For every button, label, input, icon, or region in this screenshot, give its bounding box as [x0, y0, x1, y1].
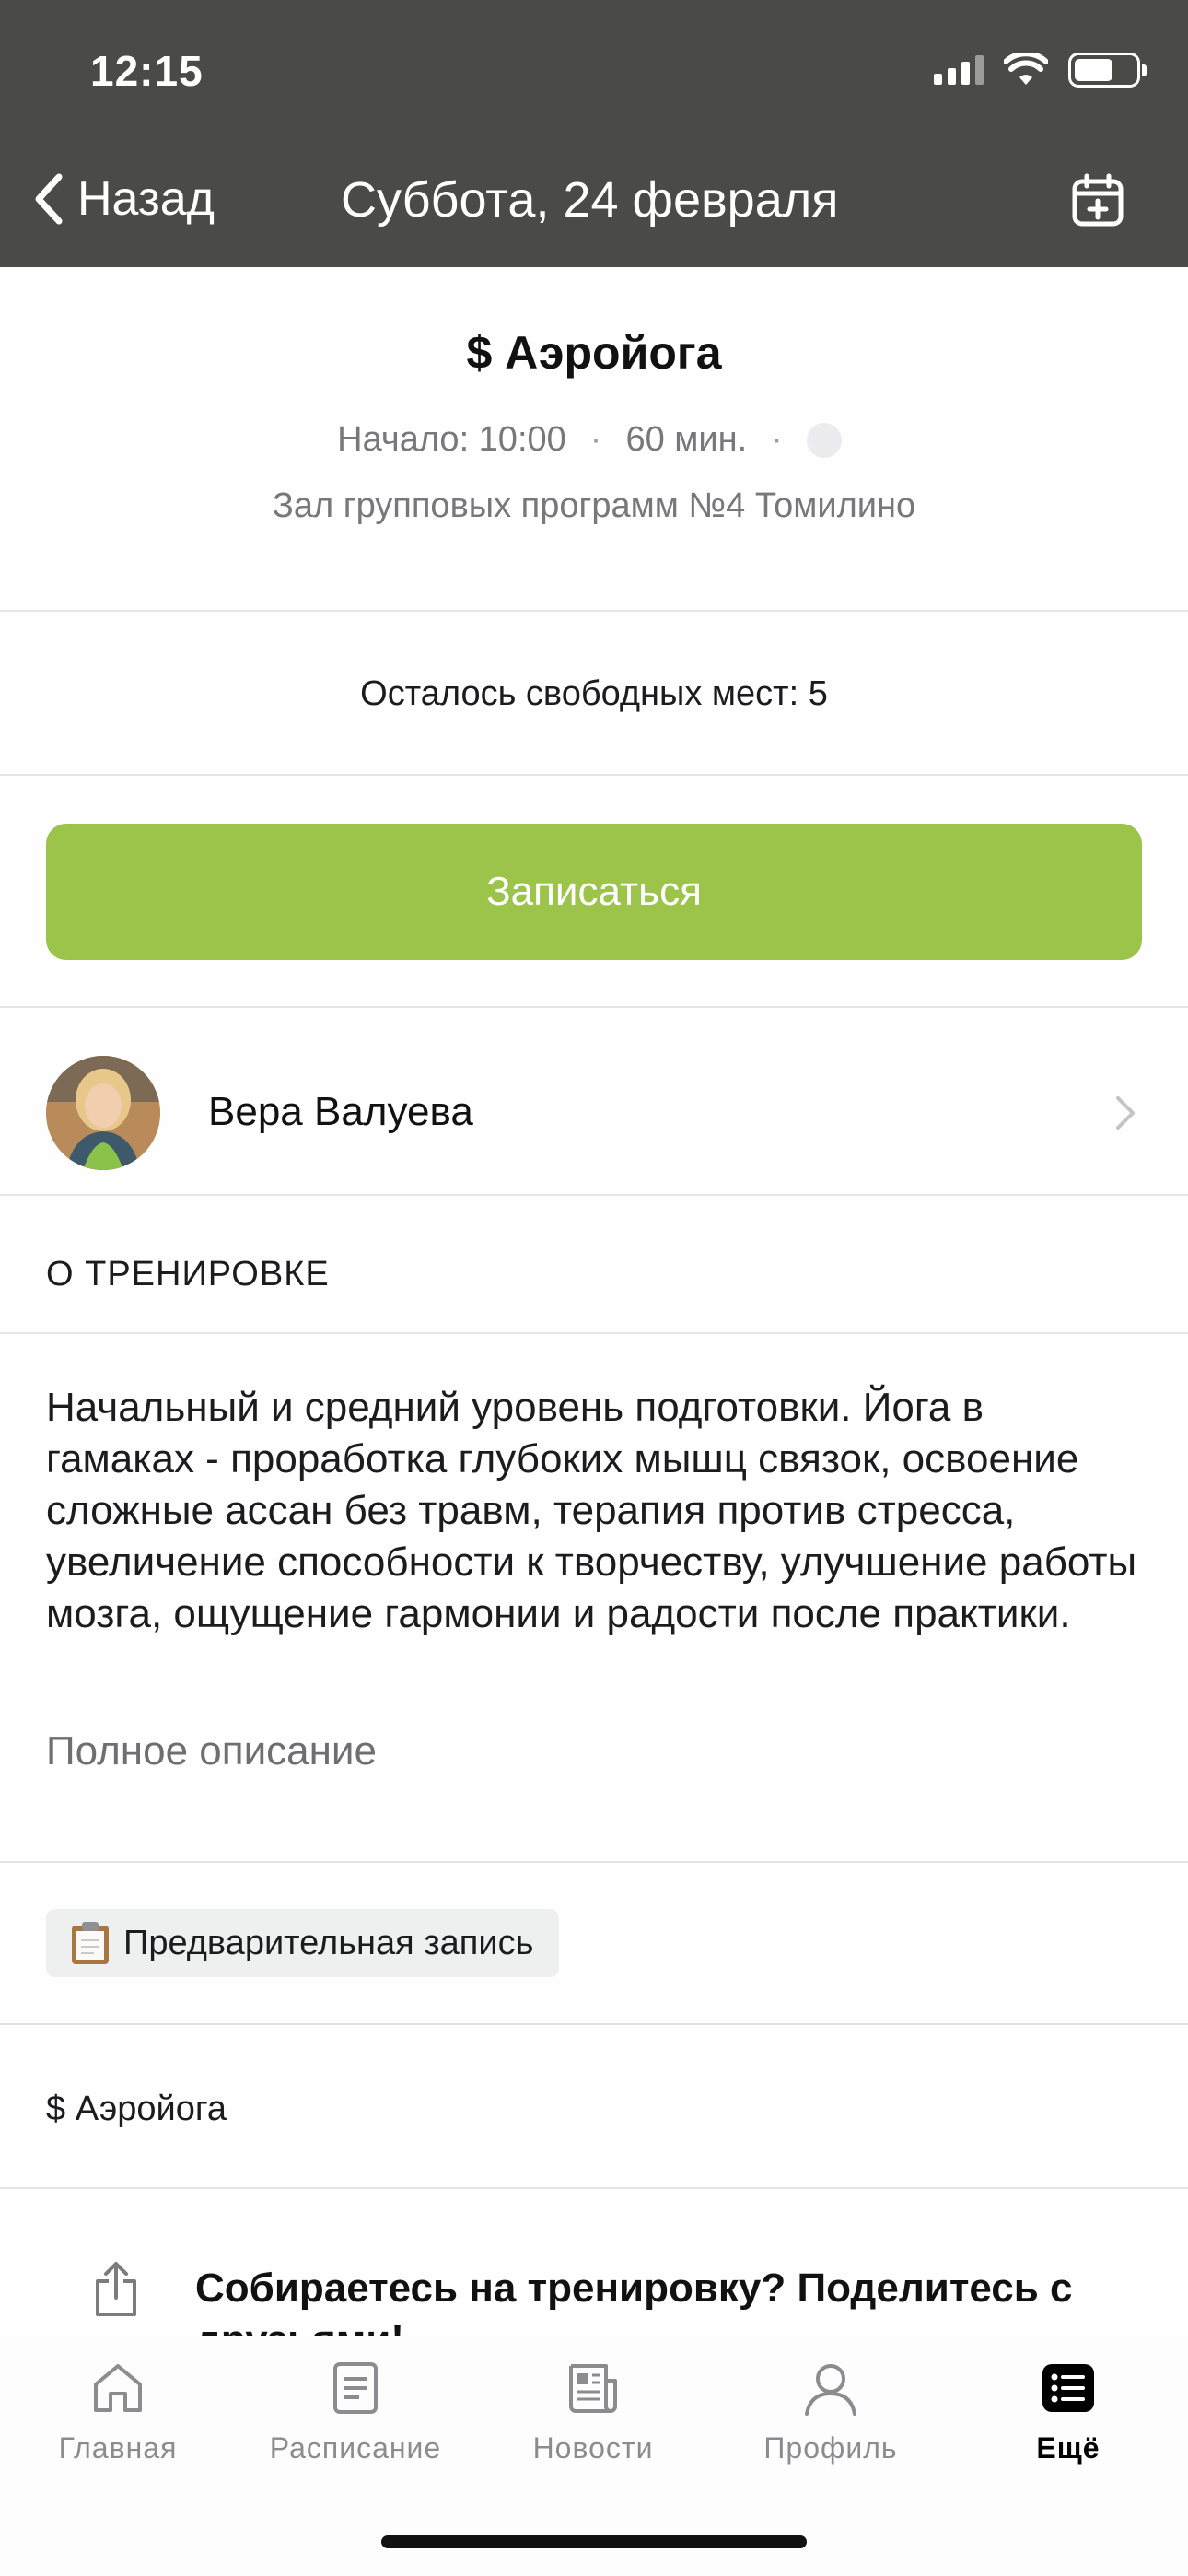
free-places: Осталось свободных мест: 5: [0, 612, 1188, 776]
tab-profile[interactable]: Профиль: [720, 2359, 941, 2465]
session-title: $ Аэройога: [466, 327, 722, 379]
trainer-row[interactable]: Вера Валуева: [0, 1008, 1188, 1196]
tab-news[interactable]: Новости: [483, 2359, 704, 2465]
status-time: 12:15: [90, 47, 204, 95]
trainer-avatar: [46, 1056, 160, 1170]
signup-button[interactable]: Записаться: [46, 824, 1142, 960]
trainer-name: Вера Валуева: [208, 1089, 473, 1134]
tab-home[interactable]: Главная: [7, 2359, 228, 2465]
home-indicator[interactable]: [381, 2535, 807, 2548]
clipboard-icon: [72, 1922, 109, 1964]
tab-schedule[interactable]: Расписание: [245, 2359, 466, 2465]
schedule-icon: [333, 2362, 378, 2414]
tab-label: Ещё: [1036, 2431, 1101, 2465]
tags-section: Предварительная запись: [0, 1863, 1188, 2025]
top-bar: 12:15 Назад Суббота, 24 февраля: [0, 0, 1188, 267]
tab-label: Главная: [58, 2431, 178, 2465]
product-row: $ Аэройога: [0, 2025, 1188, 2189]
news-icon: [569, 2364, 617, 2413]
signup-section: Записаться: [0, 776, 1188, 1008]
back-label: Назад: [77, 172, 215, 226]
wifi-icon: [1004, 53, 1048, 85]
cellular-signal-icon: [934, 55, 984, 85]
more-icon: [1042, 2364, 1094, 2412]
about-section-header: О ТРЕНИРОВКЕ: [0, 1196, 1188, 1334]
meta-separator: ·: [771, 420, 783, 459]
tab-label: Новости: [532, 2431, 654, 2465]
status-indicator: [806, 422, 842, 458]
full-description-link[interactable]: Полное описание: [46, 1728, 377, 1774]
about-description: Начальный и средний уровень подготовки. …: [46, 1385, 1137, 1636]
pre-booking-tag: Предварительная запись: [46, 1909, 560, 1977]
session-hall: Зал групповых программ №4 Томилино: [272, 486, 916, 525]
tag-label: Предварительная запись: [123, 1923, 534, 1962]
share-row[interactable]: Собираетесь на тренировку? Поделитесь с …: [0, 2189, 1188, 2336]
tab-more[interactable]: Ещё: [958, 2359, 1179, 2465]
about-heading: О ТРЕНИРОВКЕ: [46, 1255, 330, 1294]
session-header: $ Аэройога Начало: 10:00 · 60 мин. · Зал…: [0, 267, 1188, 612]
product-label: $ Аэройога: [46, 2090, 227, 2128]
about-section: Начальный и средний уровень подготовки. …: [0, 1334, 1188, 1863]
back-button[interactable]: Назад: [33, 171, 215, 227]
chevron-right-icon: [1116, 1096, 1135, 1130]
home-icon: [94, 2364, 142, 2412]
share-icon: [96, 2262, 136, 2316]
page-title: Суббота, 24 февраля: [341, 172, 839, 228]
tab-label: Профиль: [763, 2431, 898, 2465]
session-duration: 60 мин.: [625, 420, 748, 459]
chevron-left-icon: [35, 173, 63, 225]
share-text: Собираетесь на тренировку? Поделитесь с …: [195, 2266, 1073, 2336]
status-icons: [934, 52, 1147, 88]
tab-label: Расписание: [269, 2431, 442, 2465]
profile-icon: [805, 2364, 856, 2416]
battery-icon: [1068, 53, 1147, 88]
calendar-plus-icon[interactable]: [1070, 173, 1125, 233]
session-meta: Начало: 10:00 · 60 мин. ·: [0, 420, 1188, 460]
session-start: Начало: 10:00: [337, 420, 566, 459]
meta-separator: ·: [589, 420, 602, 459]
